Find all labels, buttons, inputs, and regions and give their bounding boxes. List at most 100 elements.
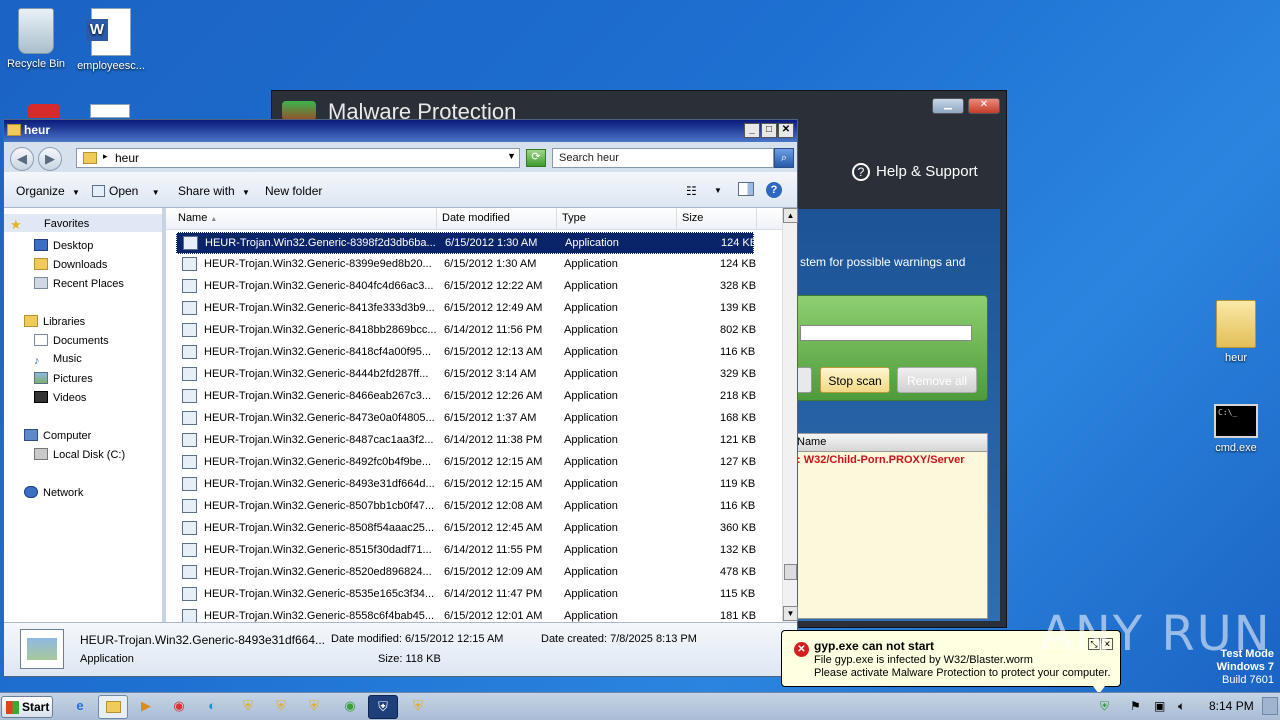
file-row[interactable]: HEUR-Trojan.Win32.Generic-8466eab267c3..… bbox=[176, 386, 756, 408]
start-button[interactable]: Start bbox=[1, 696, 53, 718]
file-type: Application bbox=[564, 610, 618, 622]
file-row[interactable]: HEUR-Trojan.Win32.Generic-8444b2fd287ff.… bbox=[176, 364, 756, 386]
cmd-icon: C:\_ bbox=[1214, 404, 1258, 438]
remove-all-button[interactable]: Remove all bbox=[897, 367, 977, 393]
file-row[interactable]: HEUR-Trojan.Win32.Generic-8413fe333d3b9.… bbox=[176, 298, 756, 320]
help-icon[interactable]: ? bbox=[766, 182, 782, 198]
tray-shield-icon[interactable]: ⛨ bbox=[1100, 699, 1109, 714]
breadcrumb-arrow-icon[interactable]: ▸ bbox=[103, 151, 108, 162]
nav-label: Pictures bbox=[53, 373, 93, 385]
desktop-icon-cmd[interactable]: C:\_ cmd.exe bbox=[1200, 404, 1272, 454]
view-options-icon[interactable]: ☷ bbox=[686, 184, 697, 198]
file-row[interactable]: HEUR-Trojan.Win32.Generic-8507bb1cb0f47.… bbox=[176, 496, 755, 518]
scroll-up-arrow-icon[interactable]: ▲ bbox=[783, 208, 798, 223]
view-dropdown-arrow-icon[interactable]: ▼ bbox=[714, 186, 722, 195]
stop-scan-button[interactable]: Stop scan bbox=[820, 367, 890, 393]
dropdown-arrow-icon[interactable]: ▼ bbox=[507, 151, 516, 161]
scroll-thumb[interactable] bbox=[784, 564, 797, 580]
shield-taskbar-icon-2[interactable]: ⛨ bbox=[266, 695, 296, 719]
threat-column-header[interactable]: Name bbox=[793, 434, 987, 452]
desktop-icon-partial-doc[interactable] bbox=[90, 104, 130, 118]
column-header-size[interactable]: Size bbox=[677, 208, 757, 230]
close-button[interactable]: ✕ bbox=[968, 98, 1000, 114]
organize-button[interactable]: Organize ▼ bbox=[16, 184, 80, 198]
search-input[interactable]: Search heur bbox=[552, 148, 774, 168]
file-row[interactable]: HEUR-Trojan.Win32.Generic-8399e9ed8b20..… bbox=[176, 254, 756, 276]
nav-local-disk[interactable]: Local Disk (C:) bbox=[34, 448, 125, 461]
explorer-taskbar-icon[interactable] bbox=[98, 695, 128, 719]
tray-network-icon[interactable]: ▣ bbox=[1154, 699, 1165, 713]
nav-videos[interactable]: Videos bbox=[34, 391, 86, 404]
vertical-scrollbar[interactable]: ▲ ▼ bbox=[782, 208, 798, 622]
file-row[interactable]: HEUR-Trojan.Win32.Generic-8418bb2869bcc.… bbox=[176, 320, 756, 342]
breadcrumb[interactable]: heur bbox=[115, 151, 139, 165]
file-row[interactable]: HEUR-Trojan.Win32.Generic-8520ed896824..… bbox=[176, 562, 756, 584]
nav-computer[interactable]: Computer bbox=[24, 429, 91, 442]
column-header-date[interactable]: Date modified bbox=[437, 208, 557, 230]
nav-favorites[interactable]: ★ Favorites bbox=[4, 214, 162, 232]
address-field[interactable]: ▸ heur ▼ bbox=[76, 148, 520, 168]
file-row[interactable]: HEUR-Trojan.Win32.Generic-8493e31df664d.… bbox=[176, 474, 755, 496]
column-header-type[interactable]: Type bbox=[557, 208, 677, 230]
ie-taskbar-icon[interactable]: e bbox=[65, 695, 95, 719]
search-button[interactable]: ⌕ bbox=[774, 148, 794, 168]
nav-pictures[interactable]: Pictures bbox=[34, 372, 93, 385]
file-row[interactable]: HEUR-Trojan.Win32.Generic-8558c6f4bab45.… bbox=[176, 606, 756, 622]
nav-network[interactable]: Network bbox=[24, 486, 83, 499]
nav-libraries[interactable]: Libraries bbox=[24, 315, 85, 328]
shield-taskbar-icon-3[interactable]: ⛨ bbox=[299, 695, 329, 719]
command-bar: Organize ▼ Open ▼ Share with ▼ New folde… bbox=[4, 172, 797, 208]
maximize-button[interactable]: □ bbox=[761, 123, 777, 138]
column-header-name[interactable]: Name ▲ bbox=[166, 208, 437, 230]
shield-taskbar-icon-1[interactable]: ⛨ bbox=[233, 695, 263, 719]
media-player-taskbar-icon[interactable]: ▶ bbox=[131, 695, 161, 719]
scroll-down-arrow-icon[interactable]: ▼ bbox=[783, 606, 798, 621]
file-row[interactable]: HEUR-Trojan.Win32.Generic-8508f54aaac25.… bbox=[176, 518, 757, 540]
chrome-taskbar-icon[interactable]: ◉ bbox=[164, 695, 194, 719]
show-desktop-button[interactable] bbox=[1262, 697, 1278, 715]
clock[interactable]: 8:14 PM bbox=[1209, 699, 1254, 713]
nav-downloads[interactable]: Downloads bbox=[34, 258, 107, 271]
share-with-button[interactable]: Share with ▼ bbox=[178, 184, 250, 198]
file-type: Application bbox=[564, 302, 618, 314]
minimize-button[interactable]: ▁ bbox=[932, 98, 964, 114]
file-row[interactable]: HEUR-Trojan.Win32.Generic-8487cac1aa3f2.… bbox=[176, 430, 756, 452]
nav-documents[interactable]: Documents bbox=[34, 334, 109, 347]
tray-volume-icon[interactable]: 🔈︎ bbox=[1178, 699, 1185, 714]
forward-arrow-icon: ▶ bbox=[45, 151, 55, 166]
file-row[interactable]: HEUR-Trojan.Win32.Generic-8404fc4d66ac3.… bbox=[176, 276, 756, 298]
tray-flag-icon[interactable]: ⚑ bbox=[1130, 699, 1141, 713]
nav-desktop[interactable]: Desktop bbox=[34, 239, 93, 252]
desktop-icon-recycle-bin[interactable]: Recycle Bin bbox=[0, 8, 72, 70]
preview-pane-icon[interactable] bbox=[738, 182, 754, 196]
forward-button[interactable]: ▶ bbox=[38, 147, 62, 171]
file-name: HEUR-Trojan.Win32.Generic-8399e9ed8b20..… bbox=[204, 258, 432, 270]
back-button[interactable]: ◀ bbox=[10, 147, 34, 171]
security-taskbar-icon[interactable]: ◉ bbox=[335, 695, 365, 719]
threat-row[interactable]: : W32/Child-Porn.PROXY/Server bbox=[793, 452, 987, 468]
file-row[interactable]: HEUR-Trojan.Win32.Generic-8535e165c3f34.… bbox=[176, 584, 755, 606]
desktop-icon-document[interactable]: W employeesc... bbox=[75, 8, 147, 72]
file-row[interactable]: HEUR-Trojan.Win32.Generic-8418cf4a00f95.… bbox=[176, 342, 755, 364]
desktop-icon-heur[interactable]: heur bbox=[1200, 300, 1272, 364]
file-row[interactable]: HEUR-Trojan.Win32.Generic-8492fc0b4f9be.… bbox=[176, 452, 756, 474]
file-row[interactable]: HEUR-Trojan.Win32.Generic-8398f2d3db6ba.… bbox=[176, 232, 757, 254]
desktop-icon-partial[interactable] bbox=[28, 104, 60, 118]
open-button[interactable]: Open ▼ bbox=[92, 184, 160, 198]
help-support-link[interactable]: ? Help & Support bbox=[852, 163, 978, 181]
minimize-button[interactable]: _ bbox=[744, 123, 760, 138]
malware-protection-taskbar-icon[interactable]: ⛨ bbox=[368, 695, 398, 719]
nav-recent[interactable]: Recent Places bbox=[34, 277, 124, 290]
file-date: 6/15/2012 12:22 AM bbox=[444, 280, 543, 292]
shield-taskbar-icon-4[interactable]: ⛨ bbox=[403, 695, 433, 719]
file-row[interactable]: HEUR-Trojan.Win32.Generic-8515f30dadf71.… bbox=[176, 540, 757, 562]
file-row[interactable]: HEUR-Trojan.Win32.Generic-8473e0a0f4805.… bbox=[176, 408, 756, 430]
refresh-button[interactable]: ⟳ bbox=[526, 149, 546, 167]
edge-taskbar-icon[interactable]: ◐ bbox=[197, 695, 227, 719]
nav-music[interactable]: ♪ Music bbox=[34, 353, 82, 367]
new-folder-button[interactable]: New folder bbox=[265, 184, 322, 198]
file-size: 132 KB bbox=[720, 544, 757, 556]
file-size: 360 KB bbox=[720, 522, 757, 534]
close-button[interactable]: ✕ bbox=[778, 123, 794, 138]
file-name: HEUR-Trojan.Win32.Generic-8535e165c3f34.… bbox=[204, 588, 435, 600]
